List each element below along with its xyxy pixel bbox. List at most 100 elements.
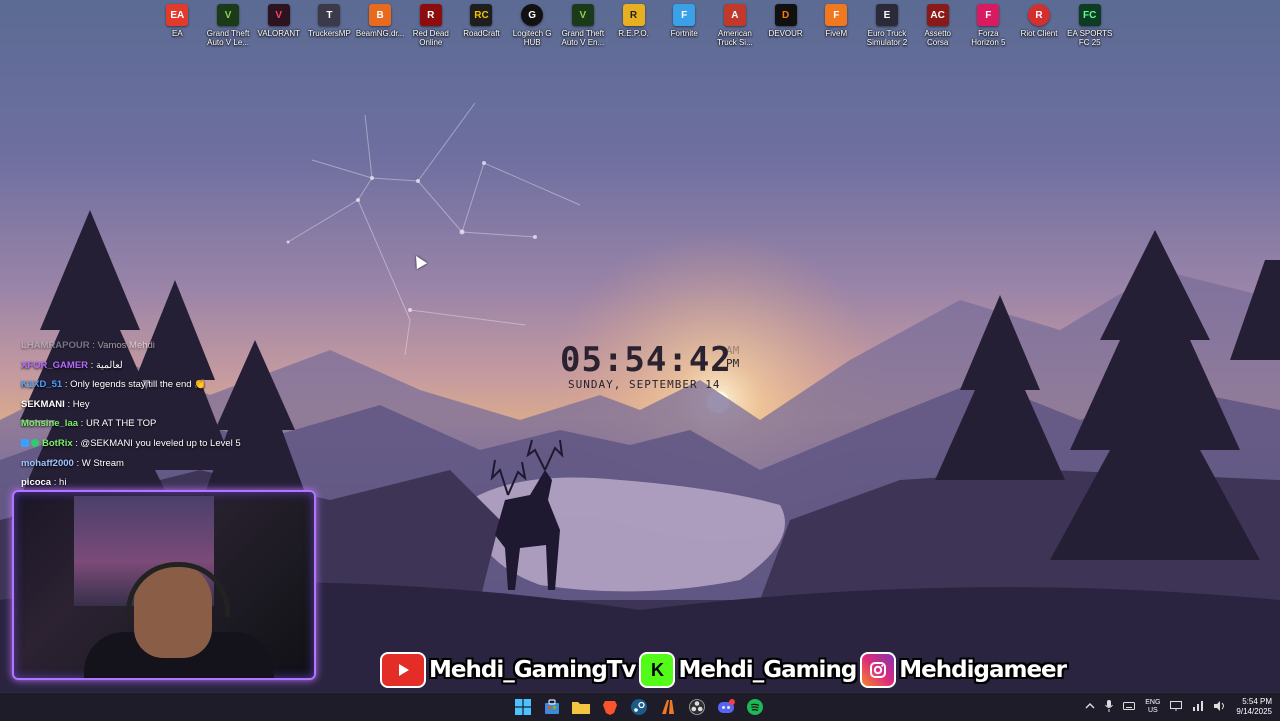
desktop-icon-devour[interactable]: D DEVOUR bbox=[760, 4, 811, 47]
repo-icon: R bbox=[622, 4, 645, 26]
desktop-icon-logitech-g-hub[interactable]: G Logitech G HUB bbox=[507, 4, 558, 47]
chat-message: XFOR_GAMER : لعالمية bbox=[21, 359, 123, 371]
desktop-icon-label: RoadCraft bbox=[463, 29, 500, 38]
taskbar-clock[interactable]: 5:54 PM 9/14/2025 bbox=[1236, 697, 1272, 717]
desktop-icon-fortnite[interactable]: F Fortnite bbox=[659, 4, 710, 47]
verified-badge-icon bbox=[31, 439, 39, 448]
taskbar-apps bbox=[512, 696, 766, 718]
desktop-icon-gta-v-legacy[interactable]: V Grand Theft Auto V Le... bbox=[203, 4, 254, 47]
gta-v-enhanced-icon: V bbox=[571, 4, 594, 26]
taskbar-date: 9/14/2025 bbox=[1236, 707, 1272, 716]
language-indicator[interactable]: ENG US bbox=[1145, 699, 1160, 715]
desktop-icon-gta-v-enhanced[interactable]: V Grand Theft Auto V En... bbox=[558, 4, 609, 47]
chat-username: picoca bbox=[21, 477, 52, 489]
chat-text: @SEKMANI you leveled up to Level 5 bbox=[80, 437, 241, 449]
region-code: US bbox=[1147, 707, 1158, 714]
desktop-icon-valorant[interactable]: V VALORANT bbox=[253, 4, 304, 47]
youtube-icon bbox=[380, 652, 426, 688]
system-tray: ENG US 5:54 PM 9/14/2025 bbox=[1085, 693, 1272, 721]
clock-ampm: AM PM bbox=[726, 344, 739, 370]
obs-icon[interactable] bbox=[686, 696, 708, 718]
chat-text: Vamos Mehdi bbox=[97, 340, 155, 351]
desktop-icon-riot-client[interactable]: R Riot Client bbox=[1014, 4, 1065, 47]
volume-icon[interactable] bbox=[1214, 700, 1226, 714]
keyboard-icon[interactable] bbox=[1123, 701, 1136, 713]
instagram-handle: Mehdigameer bbox=[899, 657, 1067, 683]
chat-message: BotRix : @SEKMANI you leveled up to Leve… bbox=[21, 434, 321, 454]
social-youtube: Mehdi_GamingTv bbox=[380, 652, 636, 688]
chat-text: W Stream bbox=[81, 457, 124, 469]
gta-v-icon: V bbox=[217, 4, 240, 26]
fivem-taskbar-icon[interactable] bbox=[657, 696, 679, 718]
desktop-icon-label: EA SPORTS FC 25 bbox=[1067, 29, 1113, 47]
red-dead-icon: R bbox=[419, 4, 442, 26]
desktop-icon-forza-horizon[interactable]: F Forza Horizon 5 bbox=[963, 4, 1014, 47]
desktop-icon-repo[interactable]: R R.E.P.O. bbox=[608, 4, 659, 47]
desktop-icon-label: Logitech G HUB bbox=[512, 29, 552, 47]
desktop-icon-label: BeamNG.dr... bbox=[355, 29, 405, 38]
desktop-icon-american-truck[interactable]: A American Truck Si... bbox=[710, 4, 761, 47]
desktop-icon-assetto-corsa[interactable]: AC Assetto Corsa bbox=[912, 4, 963, 47]
spotify-icon[interactable] bbox=[744, 696, 766, 718]
brave-icon[interactable] bbox=[599, 696, 621, 718]
youtube-handle: Mehdi_GamingTv bbox=[429, 657, 636, 683]
webcam-overlay bbox=[12, 490, 316, 680]
chat-text: لعالمية bbox=[95, 359, 123, 371]
chat-username: Mohsine_laa bbox=[21, 418, 79, 430]
clock-pm: PM bbox=[726, 357, 740, 370]
forza-icon: F bbox=[977, 4, 1000, 26]
desktop-icon-euro-truck[interactable]: E Euro Truck Simulator 2 bbox=[862, 4, 913, 47]
chat-message: Mohsine_laa : UR AT THE TOP bbox=[21, 418, 157, 430]
assetto-corsa-icon: AC bbox=[926, 4, 949, 26]
euro-truck-icon: E bbox=[875, 4, 898, 26]
display-icon[interactable] bbox=[1170, 700, 1183, 714]
desktop-icon-roadcraft[interactable]: RC RoadCraft bbox=[456, 4, 507, 47]
clock-am: AM bbox=[726, 344, 740, 357]
chat-message: K1XD_51 : Only legends stay till the end… bbox=[21, 379, 207, 391]
chevron-up-icon[interactable] bbox=[1085, 702, 1095, 713]
store-icon[interactable] bbox=[541, 696, 563, 718]
social-kick: K Mehdi_Gaming bbox=[639, 652, 857, 688]
desktop-icon-label: Grand Theft Auto V En... bbox=[561, 29, 605, 47]
chat-text: UR AT THE TOP bbox=[85, 418, 157, 430]
desktop-icon-label: TruckersMP bbox=[307, 29, 351, 38]
american-truck-icon: A bbox=[723, 4, 746, 26]
discord-icon[interactable] bbox=[715, 696, 737, 718]
windows-start-icon[interactable] bbox=[512, 696, 534, 718]
kick-icon: K bbox=[639, 652, 676, 688]
desktop-icon-beamng[interactable]: B BeamNG.dr... bbox=[355, 4, 406, 47]
desktop-icon-label: Grand Theft Auto V Le... bbox=[206, 29, 250, 47]
desktop-icon-red-dead-online[interactable]: R Red Dead Online bbox=[405, 4, 456, 47]
desktop-icon-ea[interactable]: EA EA bbox=[152, 4, 203, 47]
desktop-icon-label: Euro Truck Simulator 2 bbox=[866, 29, 908, 47]
chat-username: XFOR_GAMER bbox=[21, 359, 89, 371]
roadcraft-icon: RC bbox=[470, 4, 493, 26]
desktop-icon-label: American Truck Si... bbox=[717, 29, 753, 47]
network-icon[interactable] bbox=[1192, 700, 1204, 714]
devour-icon: D bbox=[774, 4, 797, 26]
kick-handle: Mehdi_Gaming bbox=[678, 657, 857, 683]
desktop-icon-label: Red Dead Online bbox=[412, 29, 449, 47]
desktop-icon-label: Fortnite bbox=[670, 29, 698, 38]
social-handles-banner: Mehdi_GamingTv K Mehdi_Gaming Mehdigamee… bbox=[380, 652, 1067, 688]
truckersmp-icon: T bbox=[318, 4, 341, 26]
riot-icon: R bbox=[1028, 4, 1051, 26]
chat-message: SEKMANI : Hey bbox=[21, 398, 90, 410]
desktop-icon-label: R.E.P.O. bbox=[618, 29, 649, 38]
kick-glyph: K bbox=[650, 659, 664, 680]
folder-icon[interactable] bbox=[570, 696, 592, 718]
fivem-icon: F bbox=[825, 4, 848, 26]
desktop-icon-label: EA bbox=[172, 29, 183, 38]
steam-icon[interactable] bbox=[628, 696, 650, 718]
microphone-icon[interactable] bbox=[1105, 699, 1114, 715]
fortnite-icon: F bbox=[673, 4, 696, 26]
desktop-icon-fivem[interactable]: F FiveM bbox=[811, 4, 862, 47]
desktop-icon-label: Forza Horizon 5 bbox=[971, 29, 1006, 47]
social-instagram: Mehdigameer bbox=[860, 652, 1067, 688]
chat-message: mohaff2000 : W Stream bbox=[21, 457, 124, 469]
language-code: ENG bbox=[1145, 699, 1161, 706]
desktop-icon-label: DEVOUR bbox=[768, 29, 803, 38]
beamng-icon: B bbox=[369, 4, 392, 26]
desktop-icon-truckersmp[interactable]: T TruckersMP bbox=[304, 4, 355, 47]
desktop-icon-ea-fc-25[interactable]: FC EA SPORTS FC 25 bbox=[1064, 4, 1115, 47]
